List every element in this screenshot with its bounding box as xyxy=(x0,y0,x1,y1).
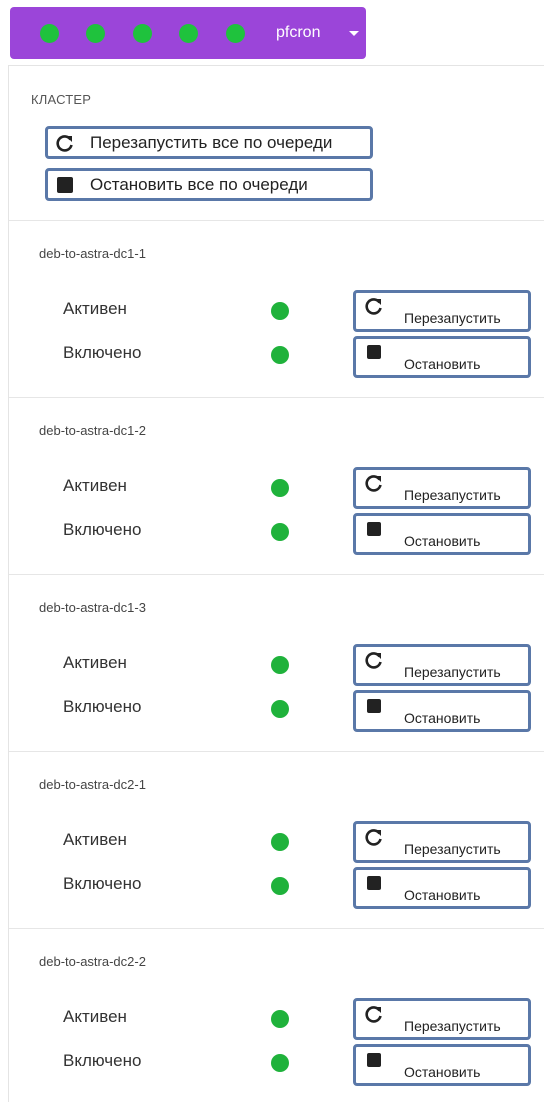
enabled-status-dot xyxy=(271,523,289,541)
section-divider xyxy=(9,574,544,575)
chevron-down-icon[interactable] xyxy=(349,31,359,36)
stop-button[interactable]: Остановить xyxy=(353,513,531,555)
active-label: Активен xyxy=(63,476,127,495)
active-status-dot xyxy=(271,656,289,674)
restart-label: Перезапустить xyxy=(404,664,501,680)
restart-label: Перезапустить xyxy=(404,487,501,503)
restart-icon xyxy=(364,296,384,316)
restart-icon xyxy=(364,1004,384,1024)
stop-label: Остановить xyxy=(404,1064,481,1080)
restart-icon xyxy=(364,473,384,493)
enabled-label: Включено xyxy=(63,697,142,716)
active-status-dot xyxy=(271,833,289,851)
service-name: deb-to-astra-dc1-3 xyxy=(39,600,146,615)
restart-icon xyxy=(364,827,384,847)
enabled-status-dot xyxy=(271,346,289,364)
status-dot-5 xyxy=(226,24,245,43)
stop-icon xyxy=(364,519,384,539)
cluster-selector[interactable]: pfcron xyxy=(10,7,366,59)
section-divider xyxy=(9,397,544,398)
stop-button[interactable]: Остановить xyxy=(353,867,531,909)
section-divider xyxy=(9,220,544,221)
restart-label: Перезапустить xyxy=(404,841,501,857)
service-name: deb-to-astra-dc1-2 xyxy=(39,423,146,438)
active-status-dot xyxy=(271,1010,289,1028)
cluster-name: pfcron xyxy=(276,24,321,41)
restart-button[interactable]: Перезапустить xyxy=(353,467,531,509)
stop-label: Остановить xyxy=(404,887,481,903)
restart-icon xyxy=(48,133,82,153)
stop-label: Остановить xyxy=(404,710,481,726)
enabled-label: Включено xyxy=(63,874,142,893)
restart-button[interactable]: Перезапустить xyxy=(353,290,531,332)
stop-icon xyxy=(48,176,82,193)
restart-button[interactable]: Перезапустить xyxy=(353,998,531,1040)
status-dot-1 xyxy=(40,24,59,43)
stop-icon xyxy=(364,1050,384,1070)
active-status-dot xyxy=(271,479,289,497)
service-name: deb-to-astra-dc1-1 xyxy=(39,246,146,261)
restart-button[interactable]: Перезапустить xyxy=(353,821,531,863)
active-label: Активен xyxy=(63,653,127,672)
restart-icon xyxy=(364,650,384,670)
active-label: Активен xyxy=(63,830,127,849)
section-divider xyxy=(9,751,544,752)
enabled-label: Включено xyxy=(63,343,142,362)
status-dot-4 xyxy=(179,24,198,43)
stop-button[interactable]: Остановить xyxy=(353,336,531,378)
restart-label: Перезапустить xyxy=(404,310,501,326)
active-label: Активен xyxy=(63,1007,127,1026)
status-dot-3 xyxy=(133,24,152,43)
section-divider xyxy=(9,928,544,929)
service-name: deb-to-astra-dc2-1 xyxy=(39,777,146,792)
active-label: Активен xyxy=(63,299,127,318)
restart-all-label: Перезапустить все по очереди xyxy=(90,132,333,152)
stop-icon xyxy=(364,873,384,893)
stop-icon xyxy=(364,696,384,716)
enabled-label: Включено xyxy=(63,520,142,539)
restart-all-button[interactable]: Перезапустить все по очереди xyxy=(45,126,373,159)
restart-label: Перезапустить xyxy=(404,1018,501,1034)
stop-label: Остановить xyxy=(404,356,481,372)
section-title: КЛАСТЕР xyxy=(31,92,92,107)
active-status-dot xyxy=(271,302,289,320)
status-dot-2 xyxy=(86,24,105,43)
enabled-status-dot xyxy=(271,700,289,718)
stop-icon xyxy=(364,342,384,362)
stop-button[interactable]: Остановить xyxy=(353,1044,531,1086)
enabled-status-dot xyxy=(271,877,289,895)
stop-label: Остановить xyxy=(404,533,481,549)
stop-button[interactable]: Остановить xyxy=(353,690,531,732)
enabled-status-dot xyxy=(271,1054,289,1072)
service-name: deb-to-astra-dc2-2 xyxy=(39,954,146,969)
restart-button[interactable]: Перезапустить xyxy=(353,644,531,686)
enabled-label: Включено xyxy=(63,1051,142,1070)
stop-all-button[interactable]: Остановить все по очереди xyxy=(45,168,373,201)
stop-all-label: Остановить все по очереди xyxy=(90,174,308,194)
